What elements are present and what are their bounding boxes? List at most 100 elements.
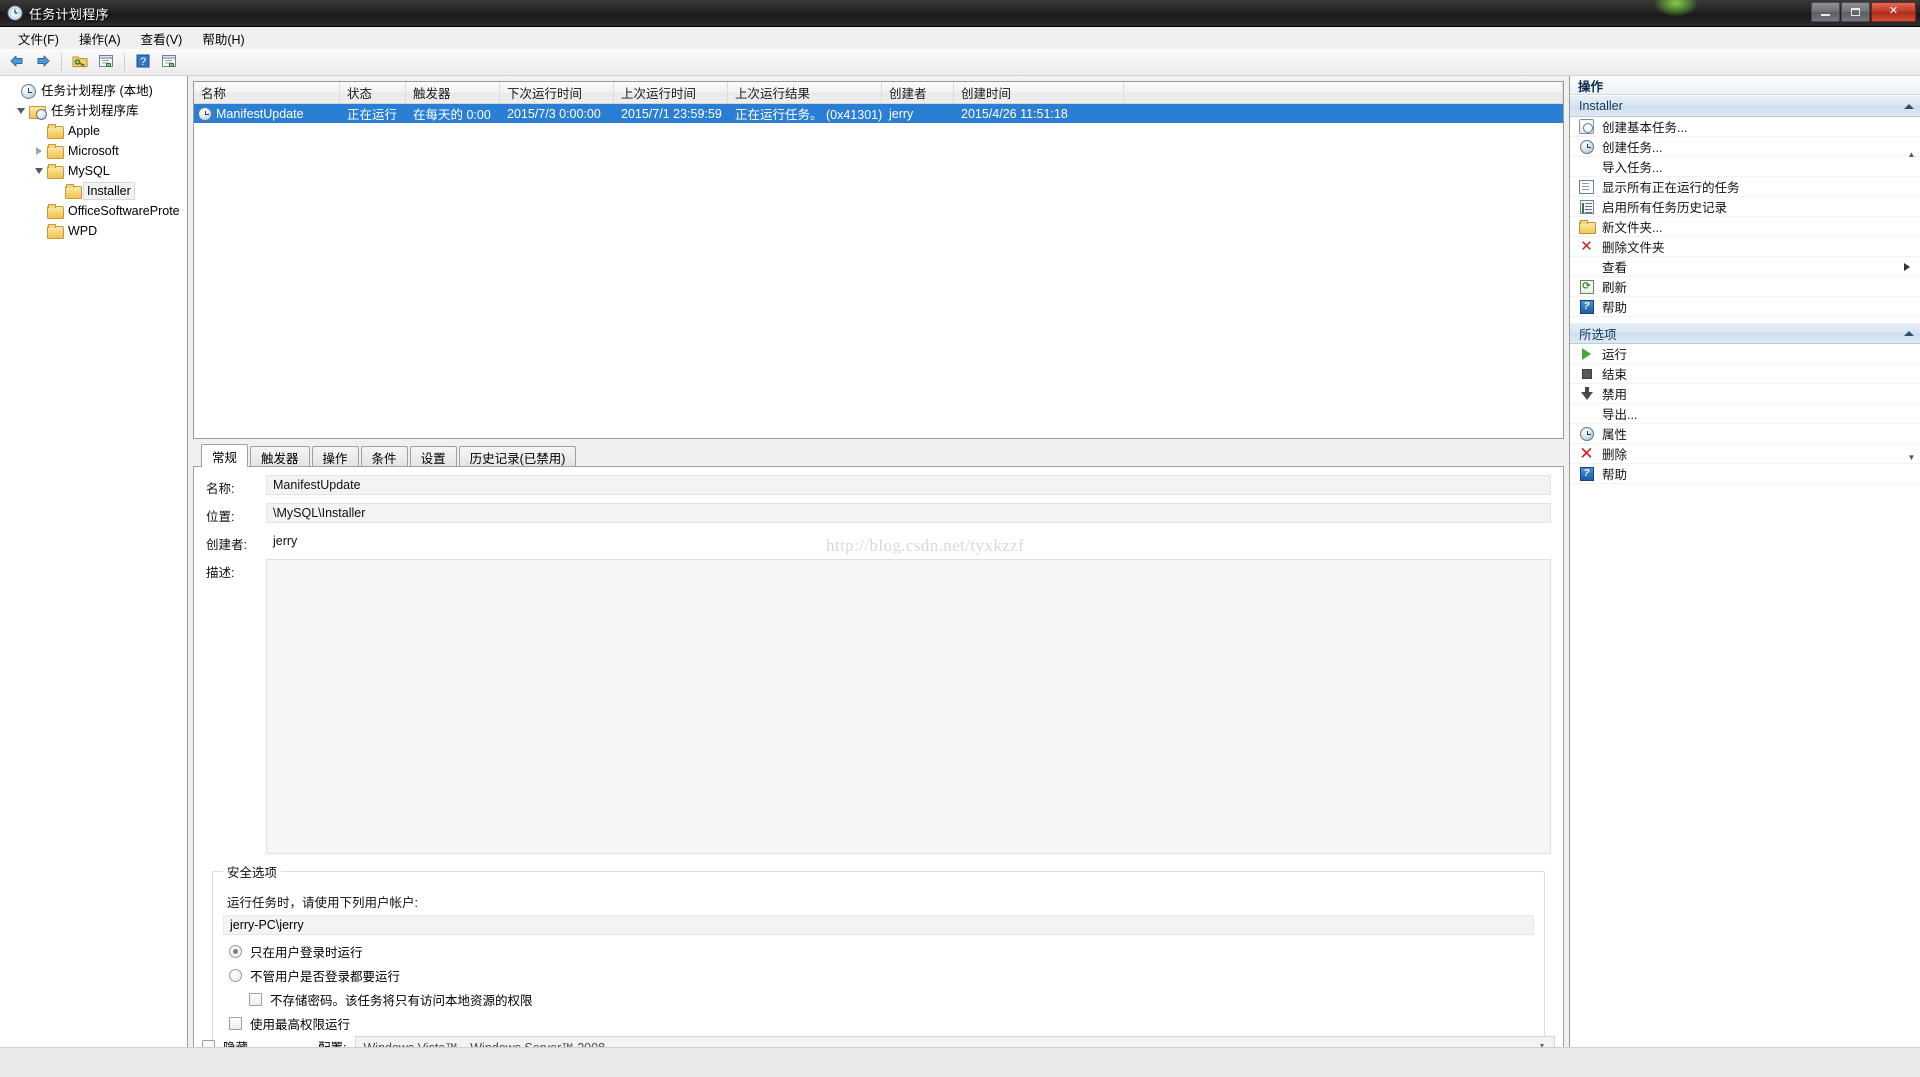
column-header-next-run[interactable]: 下次运行时间 [500,82,614,103]
maximize-button[interactable] [1841,1,1870,22]
action-export[interactable]: 导出... [1570,404,1920,424]
chevron-up-icon[interactable] [1904,103,1914,109]
column-header-last-result[interactable]: 上次运行结果 [728,82,882,103]
tab-actions[interactable]: 操作 [311,446,359,467]
action-show-running-tasks[interactable]: 显示所有正在运行的任务 [1570,177,1920,197]
tree-node-microsoft[interactable]: Microsoft [0,141,187,161]
show-pane-button[interactable] [157,51,181,74]
tab-settings[interactable]: 设置 [409,446,457,467]
tree-node-label: Apple [68,124,100,138]
chevron-down-icon[interactable] [32,164,46,178]
field-author-row: 创建者: jerry [206,531,1551,553]
action-enable-all-history[interactable]: 启用所有任务历史记录 [1570,197,1920,217]
checkbox-run-with-highest-privileges[interactable]: 使用最高权限运行 [229,1014,1534,1033]
radio-run-only-when-logged-on[interactable]: 只在用户登录时运行 [229,942,1534,961]
arrow-right-icon [34,53,52,72]
run-as-account[interactable]: jerry-PC\jerry [223,915,1534,935]
console-tree[interactable]: 任务计划程序 (本地) 任务计划程序库 Apple Microsoft MySQ… [0,76,187,1058]
action-refresh[interactable]: ⟳ 刷新 [1570,277,1920,297]
actions-group-installer[interactable]: Installer [1570,95,1920,117]
chevron-up-icon[interactable] [1904,330,1914,336]
action-import-task[interactable]: 导入任务... [1570,157,1920,177]
column-header-triggers[interactable]: 触发器 [406,82,500,103]
tab-general[interactable]: 常规 [201,444,249,467]
cell-status: 正在运行 [347,108,398,122]
detail-tabstrip: 常规 触发器 操作 条件 设置 历史记录(已禁用) [193,444,1564,467]
running-tasks-icon [1578,179,1595,194]
menu-bar: 文件(F) 操作(A) 查看(V) 帮助(H) [0,27,1920,49]
action-view[interactable]: 查看 [1570,257,1920,277]
tab-conditions[interactable]: 条件 [360,446,408,467]
column-header-author[interactable]: 创建者 [882,82,954,103]
show-hide-tree-button[interactable] [68,51,92,74]
radio-icon[interactable] [229,969,242,982]
menu-file[interactable]: 文件(F) [8,27,69,50]
task-listview[interactable]: 名称 状态 触发器 下次运行时间 上次运行时间 上次运行结果 创建者 创建时间 … [193,81,1564,439]
action-create-basic-task[interactable]: 创建基本任务... [1570,117,1920,137]
svg-text:?: ? [140,56,146,68]
action-label: 帮助 [1602,468,1628,482]
clock-icon [1578,426,1595,441]
window-controls: ✕ [1811,1,1916,22]
minimize-button[interactable] [1811,1,1840,22]
tree-node-task-scheduler-local[interactable]: 任务计划程序 (本地) [0,81,187,101]
checkbox-icon[interactable] [249,993,262,1006]
cell-last-result: 正在运行任务。 (0x41301) [735,108,882,122]
actions-group-selected-item[interactable]: 所选项 [1570,322,1920,344]
radio-icon-selected[interactable] [229,945,242,958]
column-header-last-run[interactable]: 上次运行时间 [614,82,728,103]
action-delete-folder[interactable]: ✕ 删除文件夹 [1570,237,1920,257]
action-end[interactable]: 结束 [1570,364,1920,384]
close-button[interactable]: ✕ [1871,1,1916,22]
tab-triggers[interactable]: 触发器 [250,446,310,467]
tree-node-apple[interactable]: Apple [0,121,187,141]
tree-node-task-scheduler-library[interactable]: 任务计划程序库 [0,101,187,121]
action-label: 运行 [1602,348,1628,362]
table-row[interactable]: ManifestUpdate 正在运行 在每天的 0:00 2015/7/3 0… [194,104,1563,123]
action-label: 导入任务... [1602,161,1663,175]
window-titlebar[interactable]: 任务计划程序 ✕ [0,0,1920,27]
action-properties[interactable]: 属性 [1570,424,1920,444]
radio-run-whether-logged-on-or-not[interactable]: 不管用户是否登录都要运行 [229,966,1534,985]
column-header-status[interactable]: 状态 [340,82,406,103]
actions-scroll-up-icon[interactable]: ▲ [1905,148,1918,161]
menu-action[interactable]: 操作(A) [69,27,131,50]
menu-help[interactable]: 帮助(H) [192,27,254,50]
tree-node-wpd[interactable]: WPD [0,221,187,241]
checkbox-icon[interactable] [229,1017,242,1030]
chevron-right-icon[interactable] [32,144,46,158]
checkbox-do-not-store-password[interactable]: 不存储密码。该任务将只有访问本地资源的权限 [249,990,1534,1009]
back-button[interactable] [5,51,29,74]
action-new-folder[interactable]: 新文件夹... [1570,217,1920,237]
column-header-created[interactable]: 创建时间 [954,82,1124,103]
action-help[interactable]: ? 帮助 [1570,297,1920,317]
actions-group-name: Installer [1579,99,1623,113]
disable-arrow-icon [1578,387,1595,400]
chevron-down-icon[interactable] [14,104,28,118]
tree-node-installer[interactable]: Installer [0,181,187,201]
tree-node-officesoftwareprotection[interactable]: OfficeSoftwareProte [0,201,187,221]
cell-name: ManifestUpdate [194,106,340,121]
field-location-row: 位置: \MySQL\Installer [206,503,1551,525]
action-label: 禁用 [1602,388,1628,402]
properties-button[interactable] [94,51,118,74]
actions-scroll-down-icon[interactable]: ▼ [1905,451,1918,464]
action-delete[interactable]: ✕ 删除 [1570,444,1920,464]
value-task-name[interactable]: ManifestUpdate [266,475,1551,495]
tree-node-label: Microsoft [68,144,119,158]
action-help-selected[interactable]: ? 帮助 [1570,464,1920,484]
action-disable[interactable]: 禁用 [1570,384,1920,404]
value-task-location[interactable]: \MySQL\Installer [266,503,1551,523]
column-header-name[interactable]: 名称 [194,82,340,103]
tree-node-mysql[interactable]: MySQL [0,161,187,181]
tab-history[interactable]: 历史记录(已禁用) [458,446,577,467]
actions-pane: 操作 Installer 创建基本任务... 创建任务... 导入任务... 显… [1569,76,1920,1077]
menu-view[interactable]: 查看(V) [131,27,193,50]
forward-button[interactable] [31,51,55,74]
action-create-task[interactable]: 创建任务... [1570,137,1920,157]
action-run[interactable]: 运行 [1570,344,1920,364]
column-header-filler[interactable] [1124,82,1563,103]
value-task-description[interactable] [266,559,1551,854]
history-icon [1578,199,1595,214]
help-button[interactable]: ? [131,51,155,74]
